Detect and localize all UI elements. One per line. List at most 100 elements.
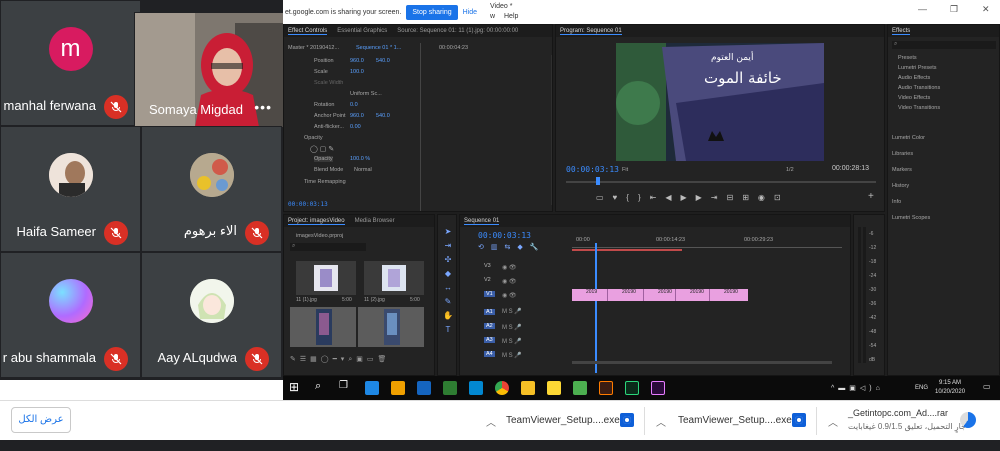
download-item[interactable]: ︿ TeamViewer_Setup....exe (480, 401, 640, 441)
show-all-button[interactable]: عرض الكل (11, 407, 71, 433)
chevron-up-icon[interactable]: ︿ (828, 414, 838, 429)
ec-effect-header[interactable]: Opacity (304, 135, 323, 141)
clip-label[interactable]: 20190 (608, 289, 644, 301)
ec-checkbox-label[interactable]: Uniform Sc... (350, 91, 382, 97)
premiere-icon[interactable] (651, 381, 665, 395)
ec-property-value[interactable]: 960.0 (350, 113, 364, 119)
chrome-icon[interactable] (495, 381, 509, 395)
animate-icon[interactable] (625, 381, 639, 395)
tab-source[interactable]: Source: Sequence 01: 11 (1).jpg: 00:00:0… (397, 28, 518, 34)
project-thumbnail[interactable] (296, 261, 356, 295)
track-header[interactable]: V3 (484, 263, 491, 269)
app-icon[interactable] (547, 381, 561, 395)
program-playhead-timecode[interactable]: 00:00:03:13 (566, 165, 619, 174)
chevron-up-icon[interactable]: ︿ (486, 414, 496, 429)
download-item[interactable]: ︿ TeamViewer_Setup....exe (650, 401, 810, 441)
file-explorer-icon[interactable] (521, 381, 535, 395)
project-thumbnail[interactable] (364, 261, 424, 295)
timeline-playhead[interactable] (595, 243, 597, 373)
mask-shape-icons[interactable]: ◯ ▢ ✎ (310, 145, 334, 153)
store-icon[interactable] (391, 381, 405, 395)
maximize-icon[interactable]: ❐ (950, 4, 958, 15)
panel-section[interactable]: Info (892, 199, 901, 205)
tool-icons[interactable]: ➤ ⇥ ✣ ◆ ↔ ✎ ✋ T (442, 225, 454, 337)
windows-start-icon[interactable]: ⊞ (289, 380, 299, 394)
effects-folder[interactable]: Video Transitions (898, 105, 940, 111)
project-toolbar-icons[interactable]: ✎☰▦◯━▾⌕▣▭🗑 (290, 355, 390, 364)
track-header[interactable]: A1 (484, 309, 495, 315)
tab-sequence[interactable]: Sequence 01 (464, 218, 500, 225)
menu-item-help[interactable]: Help (504, 13, 518, 20)
project-thumbnail[interactable] (290, 307, 356, 347)
participant-tile[interactable]: الاء برهوم (141, 126, 282, 252)
mail-icon[interactable] (417, 381, 431, 395)
ec-property-value[interactable]: 540.0 (376, 113, 390, 119)
work-area-bar[interactable] (572, 249, 682, 251)
panel-section[interactable]: Lumetri Color (892, 135, 925, 141)
transport-controls[interactable]: ▭♥{}⇤◀▶▶⇥⊟⊞◉⊡ (596, 193, 790, 202)
more-dots-icon[interactable]: ••• (254, 99, 272, 115)
clip-label[interactable]: 2019 (572, 289, 608, 301)
panel-section[interactable]: Markers (892, 167, 912, 173)
participant-tile[interactable]: m manhal ferwana (0, 0, 141, 126)
track-toggle-icons[interactable]: ◉ 👁 ◉ 👁 ◉ 👁 M S 🎤 M S 🎤 M S 🎤 M S 🎤 (502, 261, 522, 363)
effects-folder[interactable]: Video Effects (898, 95, 930, 101)
timeline-scrollbar[interactable] (572, 361, 832, 364)
ec-property-value[interactable]: 0.00 (350, 124, 361, 130)
keyboard-language[interactable]: ENG (915, 385, 928, 391)
stop-sharing-button[interactable]: Stop sharing (406, 4, 458, 20)
track-header[interactable]: A3 (484, 337, 495, 343)
panel-section[interactable]: History (892, 183, 909, 189)
program-playhead[interactable] (596, 177, 600, 185)
project-search-icon[interactable]: ⌕ (290, 243, 366, 251)
app-icon[interactable] (573, 381, 587, 395)
ec-scrollbar[interactable] (551, 55, 552, 205)
effects-folder[interactable]: Lumetri Presets (898, 65, 937, 71)
effects-folder[interactable]: Presets (898, 55, 917, 61)
ec-property-value[interactable]: 0.0 (350, 102, 358, 108)
panel-section[interactable]: Libraries (892, 151, 913, 157)
participant-tile[interactable]: r abu shammala (0, 252, 141, 378)
ec-property-value[interactable]: 960.0 (350, 58, 364, 64)
effects-search-icon[interactable]: ⌕ (892, 41, 996, 49)
ec-footer-timecode[interactable]: 00:00:03:13 (288, 201, 328, 208)
clip-label[interactable]: 20190 (644, 289, 676, 301)
track-header[interactable]: A4 (484, 351, 495, 357)
search-icon[interactable]: ⌕ (315, 380, 321, 393)
tab-effect-controls[interactable]: Effect Controls (288, 28, 328, 35)
taskbar-time[interactable]: 9:15 AM (939, 380, 961, 386)
timeline-timecode[interactable]: 00:00:03:13 (478, 231, 531, 240)
task-view-icon[interactable]: ❐ (339, 380, 348, 391)
program-scrubber[interactable] (566, 181, 876, 183)
clip-label[interactable]: 20190 (710, 289, 748, 301)
tab-program[interactable]: Program: Sequence 01 (560, 28, 622, 35)
tab-project[interactable]: Project: imagesVideo (288, 218, 345, 225)
system-tray-icons[interactable]: ^▬▣◁)⌂ (831, 384, 884, 392)
ec-property-value[interactable]: 540.0 (376, 58, 390, 64)
app-icon[interactable] (443, 381, 457, 395)
tab-media-browser[interactable]: Media Browser (355, 218, 395, 224)
participant-tile[interactable]: Haifa Sameer (0, 126, 141, 252)
chevron-up-icon[interactable]: ︿ (656, 414, 666, 429)
add-button-icon[interactable]: + (868, 191, 874, 202)
ec-property-value[interactable]: 100.0 (350, 69, 364, 75)
download-item[interactable]: ︿ _Getintopc.com_Ad....rar جارٍ التحميل،… (822, 401, 997, 441)
participant-tile[interactable]: Aay ALqudwa (141, 252, 282, 378)
track-header[interactable]: A2 (484, 323, 495, 329)
panel-section[interactable]: Lumetri Scopes (892, 215, 930, 221)
effects-folder[interactable]: Audio Effects (898, 75, 930, 81)
notifications-icon[interactable]: ▭ (983, 382, 991, 391)
minimize-icon[interactable]: — (918, 4, 927, 14)
time-ruler[interactable] (572, 247, 842, 248)
project-thumbnail[interactable] (358, 307, 424, 347)
participant-video-tile[interactable]: Somaya Migdad ••• (134, 12, 284, 127)
blend-mode-select[interactable]: Normal (354, 167, 372, 173)
timeline-toolbar-icons[interactable]: ⟲▥⇆◆🔧 (478, 243, 545, 251)
track-header[interactable]: V2 (484, 277, 491, 283)
close-icon[interactable]: ✕ (982, 4, 990, 15)
clip-label[interactable]: 20190 (676, 289, 710, 301)
track-header[interactable]: V1 (484, 291, 495, 297)
tab-effects[interactable]: Effects (892, 28, 911, 35)
tab-essential-graphics[interactable]: Essential Graphics (337, 28, 387, 34)
app-icon[interactable] (469, 381, 483, 395)
